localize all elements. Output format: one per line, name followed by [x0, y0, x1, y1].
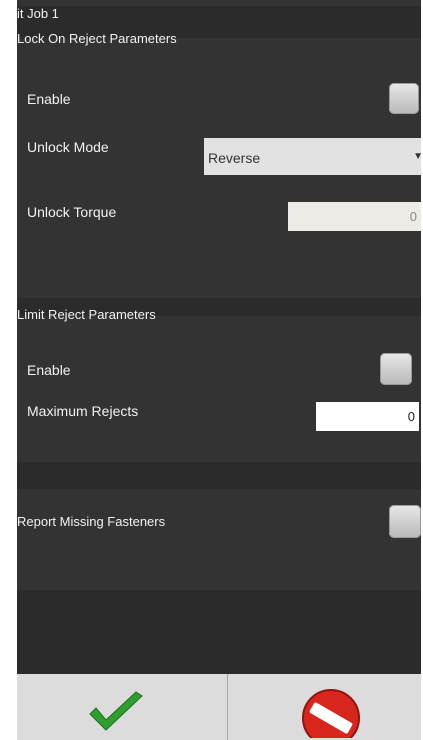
limit-reject-header: Limit Reject Parameters: [17, 307, 156, 322]
job-settings-panel: it Job 1 Lock On Reject Parameters Enabl…: [17, 0, 421, 740]
lock-enable-label: Enable: [27, 91, 71, 107]
unlock-torque-input[interactable]: 0: [288, 202, 421, 231]
lock-enable-checkbox[interactable]: [389, 83, 419, 114]
lock-on-reject-header: Lock On Reject Parameters: [17, 31, 177, 46]
window-title: it Job 1: [17, 6, 421, 22]
caret-down-icon: ▼: [413, 151, 421, 162]
action-bar: [17, 674, 421, 740]
unlock-mode-select[interactable]: Reverse ▼: [204, 138, 421, 175]
report-missing-checkbox[interactable]: [389, 505, 421, 538]
max-rejects-label: Maximum Rejects: [27, 403, 139, 419]
no-entry-icon: [302, 689, 360, 738]
unlock-mode-label: Unlock Mode: [27, 139, 109, 155]
max-rejects-input[interactable]: 0: [316, 402, 419, 431]
cancel-button[interactable]: [228, 674, 421, 740]
accept-button[interactable]: [17, 674, 227, 740]
report-missing-label: Report Missing Fasteners: [17, 514, 166, 529]
limit-enable-checkbox[interactable]: [380, 353, 412, 385]
section-band: [17, 462, 421, 489]
limit-enable-label: Enable: [27, 362, 71, 378]
footer-spacer: [17, 590, 421, 674]
unlock-mode-value: Reverse: [208, 150, 261, 166]
unlock-torque-label: Unlock Torque: [27, 204, 117, 220]
checkmark-icon: [89, 691, 143, 731]
